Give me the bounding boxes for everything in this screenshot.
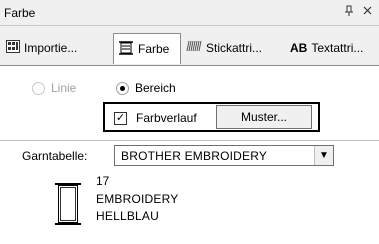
tab-farbe[interactable]: Farbe [113, 33, 181, 64]
tab-strip: Importie... Farbe Stickattri... AB Texta… [0, 26, 379, 66]
radio-bereich[interactable]: Bereich [116, 81, 176, 95]
tab-import-label: Importie... [24, 40, 78, 55]
tab-stickattribute[interactable]: Stickattri... [186, 35, 288, 60]
farbverlauf-label: Farbverlauf [136, 111, 197, 125]
radio-linie[interactable]: Linie [32, 81, 76, 95]
stitch-attr-icon [186, 40, 202, 55]
garntabelle-label: Garntabelle: [22, 149, 88, 163]
color-spool-icon [118, 40, 134, 58]
muster-button[interactable]: Muster... [216, 105, 312, 129]
radio-linie-indicator[interactable] [32, 81, 45, 95]
tab-textattribute-label: Textattri... [311, 40, 364, 55]
panel-content: Linie Bereich ✓ Farbverlauf Muster... Ga… [0, 66, 379, 244]
garntabelle-select[interactable]: BROTHER EMBROIDERY ▼ [114, 145, 334, 166]
color-brand: EMBROIDERY [96, 192, 179, 206]
text-attr-icon: AB [290, 40, 308, 55]
color-number: 17 [96, 174, 110, 188]
farbverlauf-checkbox[interactable]: ✓ [114, 112, 127, 125]
color-panel: Farbe Importie... Farbe Stickattri... AB… [0, 0, 379, 244]
radio-bereich-label: Bereich [135, 81, 176, 95]
garntabelle-value: BROTHER EMBROIDERY [121, 149, 268, 163]
divider [0, 140, 379, 141]
thread-spool-icon [53, 182, 83, 226]
color-name: HELLBLAU [96, 209, 159, 223]
pin-icon[interactable] [344, 5, 356, 19]
panel-titlebar: Farbe [0, 0, 379, 26]
chevron-down-icon[interactable]: ▼ [314, 146, 333, 165]
import-icon [6, 39, 20, 56]
panel-title: Farbe [4, 6, 36, 20]
tab-farbe-label: Farbe [138, 42, 170, 56]
radio-linie-label: Linie [51, 81, 77, 95]
tab-stickattribute-label: Stickattri... [206, 40, 263, 55]
close-icon[interactable] [362, 4, 374, 18]
tab-textattribute[interactable]: AB Textattri... [290, 35, 376, 60]
radio-bereich-indicator[interactable] [116, 81, 129, 95]
tab-import[interactable]: Importie... [6, 35, 98, 60]
